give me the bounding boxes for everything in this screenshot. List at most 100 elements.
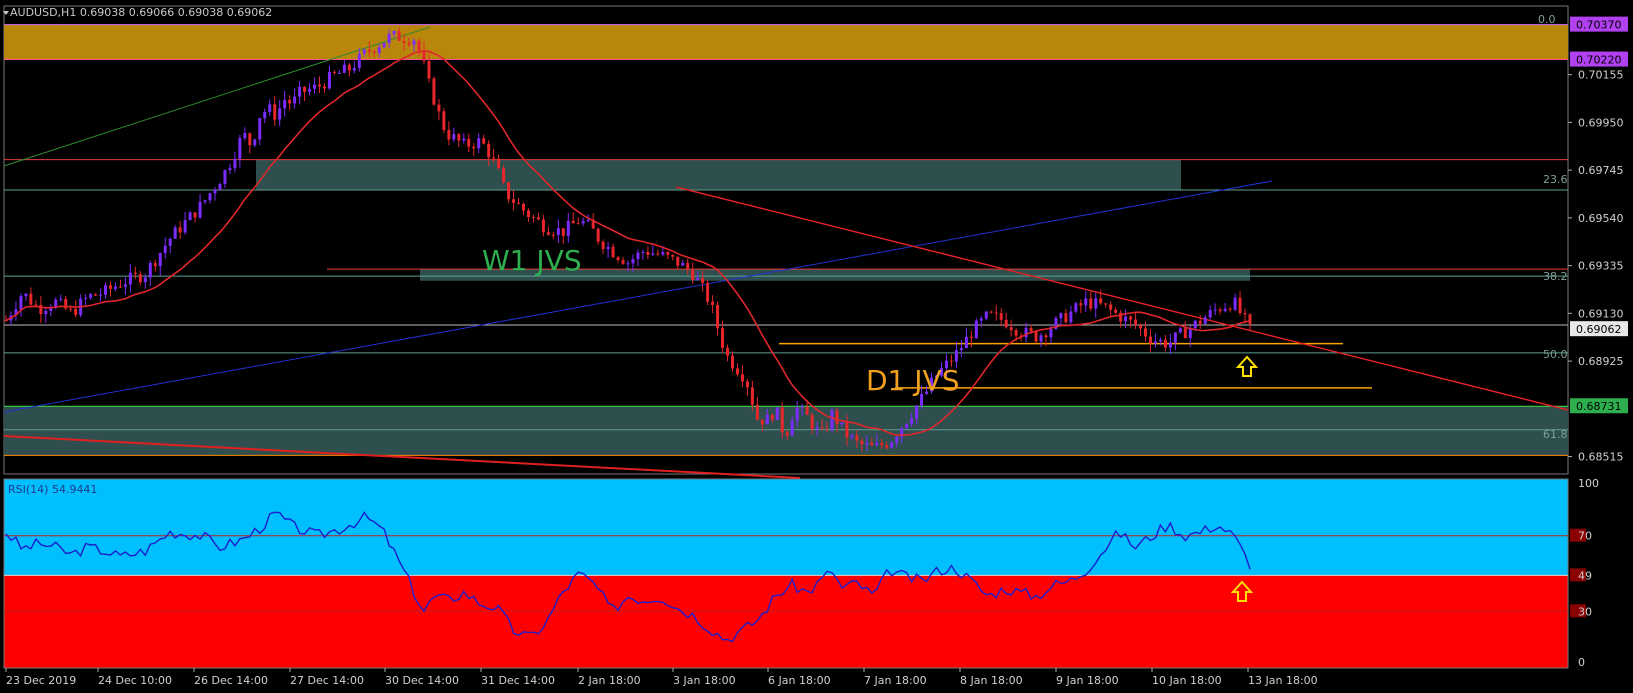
candle-body	[253, 139, 257, 146]
candle-body	[447, 129, 451, 140]
candle-body	[850, 435, 854, 438]
candle-body	[397, 31, 401, 41]
candle-body	[1168, 342, 1172, 348]
candle-body	[422, 50, 426, 62]
price-tick-label: 0.69950	[1578, 116, 1624, 129]
candle-body	[1163, 339, 1167, 348]
candle-body	[651, 253, 655, 255]
candle-body	[89, 294, 93, 298]
time-tick-label: 27 Dec 14:00	[290, 674, 364, 687]
candle-body	[1029, 327, 1033, 332]
candle-body	[193, 212, 197, 218]
candle-body	[691, 269, 695, 280]
candle-body	[716, 305, 720, 329]
candle-body	[268, 104, 272, 112]
candle-body	[1203, 317, 1207, 324]
candle-body	[303, 86, 307, 92]
time-tick-label: 24 Dec 10:00	[98, 674, 172, 687]
candle-body	[342, 64, 346, 73]
candle-body	[188, 212, 192, 221]
candle-body	[954, 350, 958, 362]
candle-body	[606, 246, 610, 250]
candle-body	[1193, 320, 1197, 329]
candle-body	[273, 104, 277, 120]
candle-body	[1014, 330, 1018, 336]
candle-body	[1218, 309, 1222, 312]
candle-body	[571, 220, 575, 224]
candle-body	[352, 68, 356, 71]
candle-body	[308, 88, 312, 92]
teal-zone-upper	[256, 159, 1181, 190]
candle-body	[417, 40, 421, 51]
candle-body	[337, 72, 341, 74]
candle-body	[561, 228, 565, 236]
candle-body	[989, 311, 993, 313]
candle-body	[631, 259, 635, 264]
candle-body	[1134, 319, 1138, 326]
candle-body	[621, 260, 625, 264]
candle-body	[477, 138, 481, 149]
candle-body	[427, 61, 431, 79]
candle-body	[969, 336, 973, 339]
trading-chart[interactable]: 0.70155 0.69950 0.69745 0.69540 0.69335 0.691…	[0, 0, 1633, 693]
time-tick-label: 3 Jan 18:00	[673, 674, 736, 687]
candle-body	[497, 158, 501, 169]
candle-body	[1144, 328, 1148, 337]
candle-body	[1059, 313, 1063, 319]
candle-body	[541, 219, 545, 233]
candle-body	[1044, 335, 1048, 338]
candle-body	[531, 217, 535, 219]
time-tick-label: 2 Jan 18:00	[578, 674, 641, 687]
candle-body	[770, 415, 774, 420]
candle-body	[442, 111, 446, 130]
candle-body	[750, 387, 754, 405]
candle-body	[830, 410, 834, 430]
candle-body	[661, 252, 665, 255]
price-tick-label: 0.69130	[1578, 307, 1624, 320]
candle-body	[636, 252, 640, 260]
candle-body	[293, 96, 297, 104]
price-badge-label: 0.70220	[1576, 54, 1622, 67]
price-tick-label: 0.70155	[1578, 69, 1624, 82]
price-tick-label: 0.68925	[1578, 355, 1624, 368]
candle-body	[437, 104, 441, 112]
price-pane[interactable]	[3, 5, 1569, 479]
candle-body	[666, 252, 670, 255]
candle-body	[1153, 341, 1157, 344]
candle-body	[870, 442, 874, 446]
candle-body	[646, 251, 650, 255]
candle-body	[740, 374, 744, 382]
candle-body	[153, 263, 157, 267]
candle-body	[198, 201, 202, 218]
candle-body	[138, 274, 142, 283]
candle-body	[1248, 314, 1252, 324]
candle-body	[1074, 303, 1078, 312]
candle-body	[223, 170, 227, 185]
candle-body	[860, 440, 864, 445]
candle-body	[581, 221, 585, 224]
rsi-pane[interactable]	[3, 478, 1569, 669]
candle-body	[407, 42, 411, 45]
candle-body	[283, 99, 287, 109]
candle-body	[805, 406, 809, 415]
candle-body	[616, 257, 620, 261]
price-tick-label: 0.69540	[1578, 212, 1624, 225]
candle-body	[362, 49, 366, 54]
rsi-title: RSI(14) 54.9441	[8, 483, 97, 496]
time-tick-label: 31 Dec 14:00	[481, 674, 555, 687]
candle-body	[288, 99, 292, 104]
candle-body	[298, 86, 302, 97]
candle-body	[99, 294, 103, 296]
fib-61-8-label: 61.8	[1543, 428, 1568, 441]
candle-body	[1049, 328, 1053, 338]
candle-body	[576, 223, 580, 225]
candle-body	[208, 193, 212, 201]
candle-body	[168, 238, 172, 246]
candle-body	[546, 232, 550, 235]
candle-body	[1079, 303, 1083, 306]
d1-jvs-label: D1 JVS	[866, 364, 959, 397]
candle-body	[258, 118, 262, 140]
candle-body	[472, 146, 476, 149]
candle-body	[1213, 309, 1217, 311]
candle-body	[1034, 331, 1038, 342]
